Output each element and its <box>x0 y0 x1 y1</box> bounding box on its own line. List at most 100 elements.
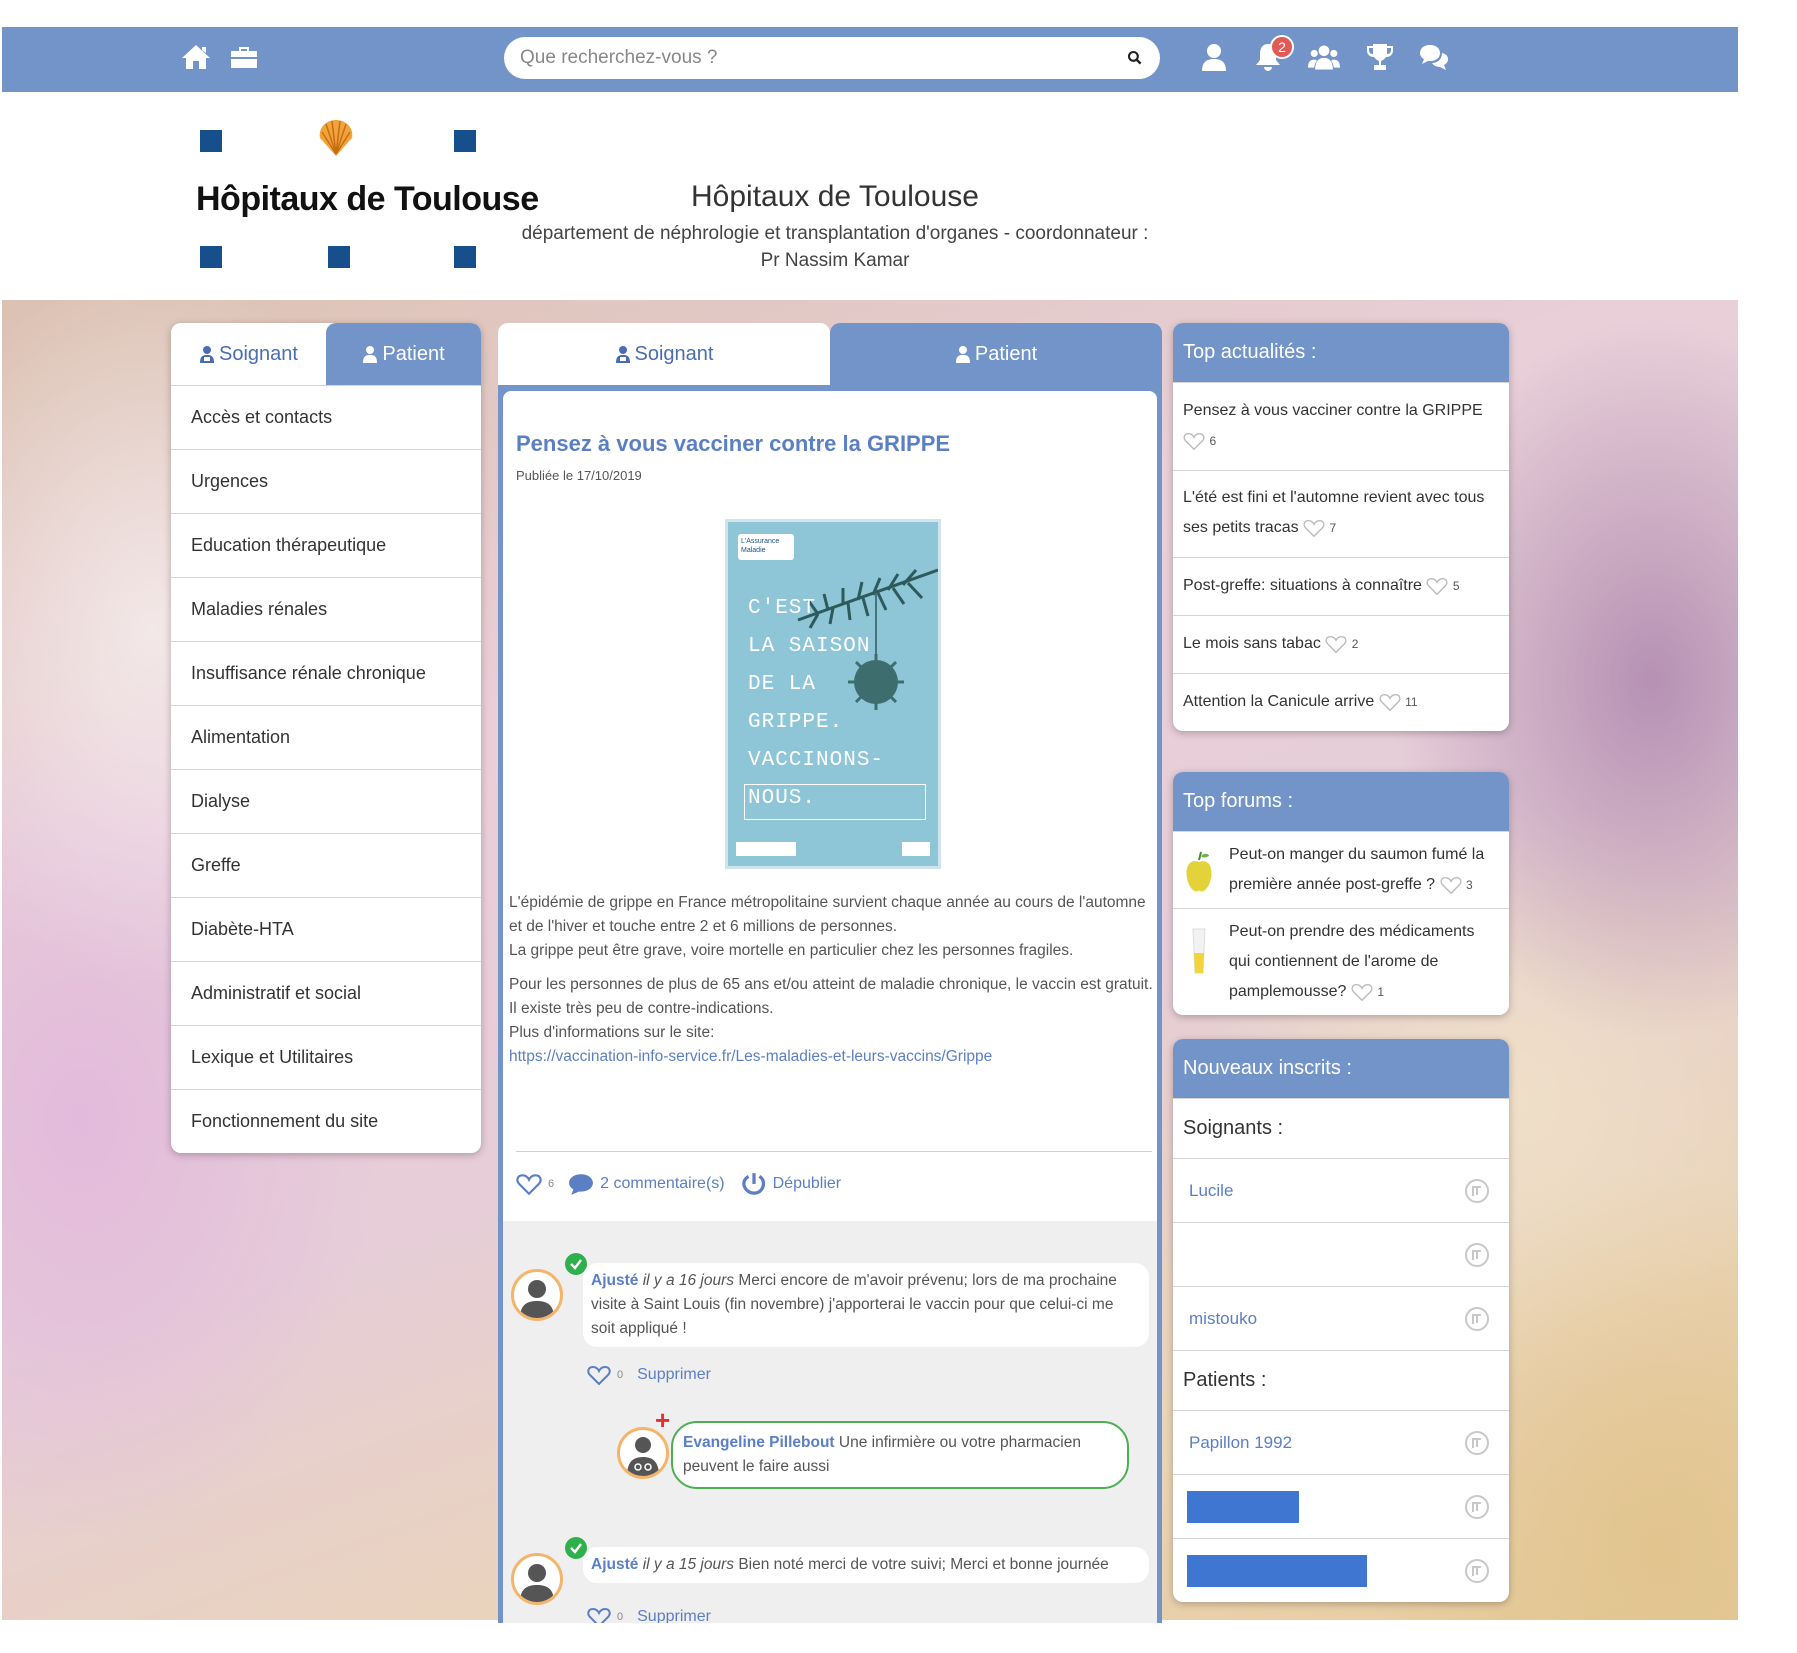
comment-time: il y a 15 jours <box>642 1556 735 1573</box>
delete-comment-button[interactable]: Supprimer <box>637 1608 711 1623</box>
soignants-label: Soignants : <box>1173 1098 1509 1158</box>
center-tab-patient[interactable]: Patient <box>830 323 1162 385</box>
news-item[interactable]: Pensez à vous vacciner contre la GRIPPE … <box>1173 382 1509 470</box>
heart-icon[interactable] <box>1440 874 1462 896</box>
like-heart-icon[interactable] <box>587 1605 611 1623</box>
news-like-count: 11 <box>1405 695 1418 709</box>
article-date: Publiée le 17/10/2019 <box>516 468 642 483</box>
tab-soignant[interactable]: Soignant <box>171 323 326 385</box>
member-row[interactable]: Lucile <box>1173 1158 1509 1222</box>
news-item[interactable]: Post-greffe: situations à connaître 5 <box>1173 557 1509 615</box>
menu-item-acces[interactable]: Accès et contacts <box>171 385 481 449</box>
heart-icon[interactable] <box>1426 575 1448 597</box>
heart-icon[interactable] <box>1325 633 1347 655</box>
menu-item-education[interactable]: Education thérapeutique <box>171 513 481 577</box>
add-contact-icon[interactable] <box>1463 1493 1491 1521</box>
logo-square <box>200 130 222 152</box>
member-row[interactable] <box>1173 1538 1509 1602</box>
article-paragraph: Pour les personnes de plus de 65 ans et/… <box>509 976 1153 1017</box>
like-heart-icon[interactable] <box>516 1171 542 1197</box>
tab-soignant-label: Soignant <box>219 342 298 365</box>
home-icon[interactable] <box>176 37 216 77</box>
member-row[interactable] <box>1173 1222 1509 1286</box>
search-input[interactable] <box>520 39 1120 77</box>
like-heart-icon[interactable] <box>587 1363 611 1387</box>
add-contact-icon[interactable] <box>1463 1305 1491 1333</box>
article-paragraph: La grippe peut être grave, voire mortell… <box>509 942 1074 959</box>
add-contact-icon[interactable] <box>1463 1429 1491 1457</box>
chat-icon[interactable] <box>1414 37 1454 77</box>
news-item[interactable]: L'été est fini et l'automne revient avec… <box>1173 470 1509 557</box>
news-item[interactable]: Attention la Canicule arrive 11 <box>1173 673 1509 731</box>
comments-section: Ajusté il y a 16 jours Merci encore de m… <box>503 1221 1157 1623</box>
comment-icon[interactable] <box>568 1171 594 1197</box>
heart-icon[interactable] <box>1351 981 1373 1003</box>
member-name[interactable]: Lucile <box>1189 1181 1233 1201</box>
menu-item-dialyse[interactable]: Dialyse <box>171 769 481 833</box>
bell-icon[interactable]: 2 <box>1248 35 1294 77</box>
article-title[interactable]: Pensez à vous vacciner contre la GRIPPE <box>516 431 950 457</box>
article-actions: 6 2 commentaire(s) Dépublier <box>516 1169 841 1199</box>
tab-patient[interactable]: Patient <box>326 323 481 385</box>
add-contact-icon[interactable] <box>1463 1557 1491 1585</box>
comment-author[interactable]: Evangeline Pillebout <box>683 1434 835 1451</box>
avatar[interactable] <box>511 1553 563 1605</box>
article-paragraph: Plus d'informations sur le site: <box>509 1024 715 1041</box>
medical-cross-icon: + <box>655 1405 671 1435</box>
unpublish-button[interactable]: Dépublier <box>773 1175 841 1193</box>
patients-label: Patients : <box>1173 1350 1509 1410</box>
heart-icon[interactable] <box>1303 517 1325 539</box>
power-icon[interactable] <box>741 1171 767 1197</box>
tab-patient-label: Patient <box>382 342 445 365</box>
menu-item-greffe[interactable]: Greffe <box>171 833 481 897</box>
member-row[interactable] <box>1173 1474 1509 1538</box>
comments-link[interactable]: 2 commentaire(s) <box>600 1175 724 1193</box>
member-row[interactable]: Papillon 1992 <box>1173 1410 1509 1474</box>
comment-actions: 0 Supprimer <box>587 1605 711 1623</box>
site-subtitle: département de néphrologie et transplant… <box>521 223 1149 271</box>
center-tab-soignant[interactable]: Soignant <box>498 323 830 385</box>
comment-author[interactable]: Ajusté <box>591 1556 638 1573</box>
new-members-panel: Nouveaux inscrits : Soignants : Lucile m… <box>1173 1039 1509 1602</box>
member-name[interactable]: Papillon 1992 <box>1189 1433 1292 1453</box>
forum-item[interactable]: Peut-on manger du saumon fumé la premièr… <box>1173 831 1509 908</box>
article-link[interactable]: https://vaccination-info-service.fr/Les-… <box>509 1048 992 1065</box>
poster-line: LA SAISON <box>748 635 871 658</box>
redacted-name <box>1187 1554 1367 1587</box>
comment-actions: 0 Supprimer <box>587 1363 711 1387</box>
menu-item-administratif[interactable]: Administratif et social <box>171 961 481 1025</box>
delete-comment-button[interactable]: Supprimer <box>637 1366 711 1384</box>
member-row[interactable]: mistouko <box>1173 1286 1509 1350</box>
menu-item-fonctionnement[interactable]: Fonctionnement du site <box>171 1089 481 1153</box>
top-navbar: 2 <box>2 27 1738 92</box>
menu-item-insuffisance[interactable]: Insuffisance rénale chronique <box>171 641 481 705</box>
comment-bubble: Ajusté il y a 16 jours Merci encore de m… <box>583 1263 1149 1347</box>
article-card: Pensez à vous vacciner contre la GRIPPE … <box>503 391 1157 1623</box>
menu-item-urgences[interactable]: Urgences <box>171 449 481 513</box>
heart-icon[interactable] <box>1183 430 1205 452</box>
news-like-count: 2 <box>1351 637 1359 651</box>
trophy-icon[interactable] <box>1360 37 1400 77</box>
user-icon[interactable] <box>1194 37 1234 77</box>
heart-icon[interactable] <box>1379 691 1401 713</box>
briefcase-icon[interactable] <box>224 37 264 77</box>
comment-author[interactable]: Ajusté <box>591 1272 638 1289</box>
add-contact-icon[interactable] <box>1463 1241 1491 1269</box>
forum-item[interactable]: Peut-on prendre des médicaments qui cont… <box>1173 908 1509 1015</box>
news-item[interactable]: Le mois sans tabac 2 <box>1173 615 1509 673</box>
top-forums-title: Top forums : <box>1173 772 1509 831</box>
news-item-label: Le mois sans tabac <box>1183 635 1321 652</box>
add-contact-icon[interactable] <box>1463 1177 1491 1205</box>
menu-item-alimentation[interactable]: Alimentation <box>171 705 481 769</box>
menu-item-lexique[interactable]: Lexique et Utilitaires <box>171 1025 481 1089</box>
member-name[interactable]: mistouko <box>1189 1309 1257 1329</box>
menu-item-diabete[interactable]: Diabète-HTA <box>171 897 481 961</box>
center-body: Pensez à vous vacciner contre la GRIPPE … <box>498 385 1162 1623</box>
article-like-count: 6 <box>548 1178 555 1190</box>
search-icon[interactable] <box>1120 43 1150 73</box>
poster-fine-print <box>744 784 926 820</box>
hospital-logo[interactable]: Hôpitaux de Toulouse <box>196 118 539 278</box>
avatar[interactable] <box>511 1269 563 1321</box>
menu-item-maladies[interactable]: Maladies rénales <box>171 577 481 641</box>
users-icon[interactable] <box>1304 37 1344 77</box>
